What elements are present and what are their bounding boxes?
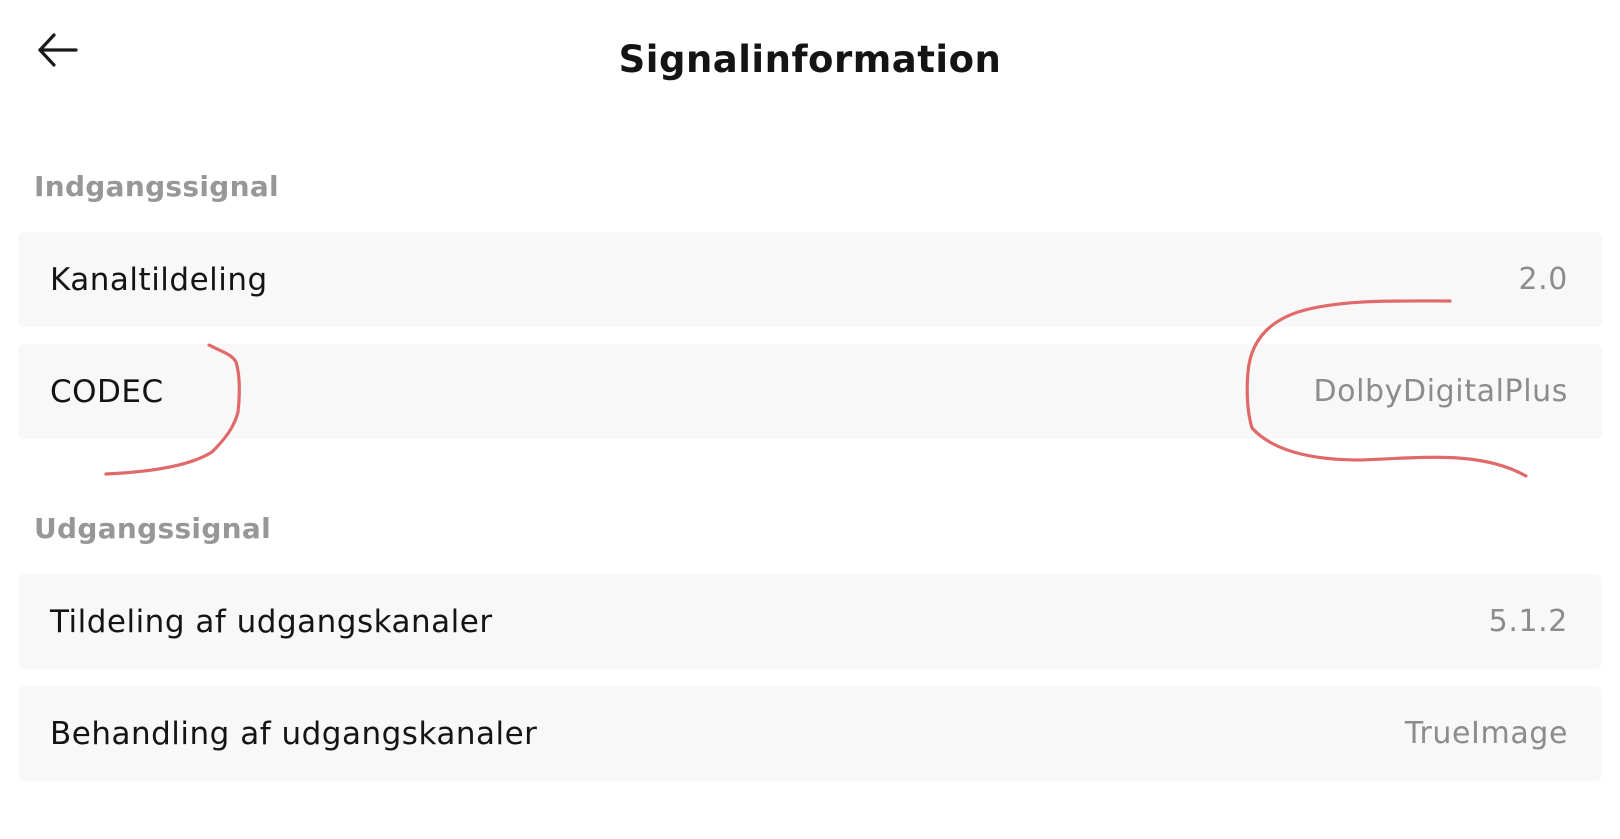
section-label-output: Udgangssignal [34,512,271,545]
page-title: Signalinformation [618,38,1002,81]
row-codec[interactable]: CODEC DolbyDigitalPlus [18,344,1602,439]
row-label: Tildeling af udgangskanaler [50,603,493,640]
row-value: DolbyDigitalPlus [1313,374,1568,409]
row-value: 2.0 [1518,262,1568,297]
row-value: TrueImage [1404,716,1568,751]
row-label: Kanaltildeling [50,261,268,298]
row-output-channel-assignment[interactable]: Tildeling af udgangskanaler 5.1.2 [18,574,1602,669]
row-channel-assignment[interactable]: Kanaltildeling 2.0 [18,232,1602,327]
section-label-input: Indgangssignal [34,170,279,203]
row-value: 5.1.2 [1488,604,1568,639]
row-output-channel-processing[interactable]: Behandling af udgangskanaler TrueImage [18,686,1602,781]
row-label: CODEC [50,373,164,410]
row-label: Behandling af udgangskanaler [50,715,538,752]
